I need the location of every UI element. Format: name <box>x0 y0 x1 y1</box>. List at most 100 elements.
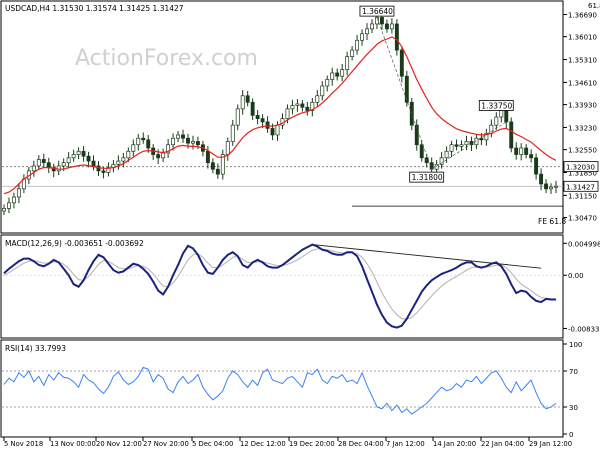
time-axis-tick-label: 13 Nov 00:00 <box>50 440 96 448</box>
price-y-tick-label: 1.33230 <box>568 124 597 132</box>
forex-chart: 1.36690 1.36010 1.35310 1.34610 1.33930 1.332… <box>0 0 600 450</box>
price-y-tick-label: 1.34610 <box>568 79 597 87</box>
candle-body <box>16 188 21 198</box>
candle-body <box>389 23 394 30</box>
candle-body <box>335 72 340 77</box>
candle-body <box>285 108 290 119</box>
candle-body <box>499 110 504 118</box>
time-axis-tick-label: 29 Jan 12:00 <box>529 440 572 448</box>
candle-body <box>61 162 66 167</box>
candle-body <box>360 33 365 41</box>
price-y-tick-label: 1.32550 <box>568 147 597 155</box>
macd-y-tick-label: 0.00 <box>568 272 584 280</box>
candle-body <box>529 154 534 159</box>
candle-body <box>46 162 51 168</box>
candle-body <box>136 137 141 146</box>
candle-body <box>195 141 200 146</box>
candle-body <box>399 49 404 77</box>
candle-body <box>31 165 36 172</box>
candle-body <box>240 95 245 110</box>
candle-body <box>554 185 558 188</box>
candle-body <box>315 95 320 103</box>
price-y-tick-label: 1.36010 <box>568 34 597 42</box>
candle-body <box>494 116 499 126</box>
candle-body <box>384 23 389 30</box>
candle-body <box>305 106 310 111</box>
rsi-y-tick-label: 70 <box>569 368 578 376</box>
time-axis-tick-label: 12 Dec 12:00 <box>240 440 286 448</box>
candle-body <box>295 103 300 106</box>
price-y-tick-label: 1.33930 <box>568 102 597 110</box>
candle-body <box>210 162 215 170</box>
candle-body <box>350 49 355 57</box>
time-axis-tick-label: 28 Dec 04:00 <box>338 440 384 448</box>
candle-body <box>330 72 335 80</box>
candle-body <box>255 115 260 119</box>
fe-label: FE 61.8 <box>538 217 566 226</box>
watermark: ActionForex.com <box>75 46 258 71</box>
candle-body <box>71 154 76 159</box>
candle-body <box>300 103 305 108</box>
candle-body <box>459 144 464 147</box>
candle-body <box>186 137 190 144</box>
candle-body <box>176 134 181 139</box>
candle-body <box>454 144 459 147</box>
candle-body <box>534 157 539 175</box>
price-y-tick-label: 1.30470 <box>568 215 597 223</box>
candle-body <box>205 150 210 164</box>
price-label: 1.31800 <box>412 173 443 182</box>
time-axis-tick-label: 14 Jan 20:00 <box>433 440 476 448</box>
time-axis-tick-label: 19 Dec 20:00 <box>289 440 335 448</box>
candle-body <box>320 85 325 97</box>
candle-body <box>340 69 345 77</box>
candle-body <box>444 150 449 159</box>
candle-body <box>394 23 399 51</box>
candle-body <box>290 105 295 110</box>
candle-body <box>91 160 96 167</box>
candle-body <box>156 154 161 159</box>
candle-body <box>449 144 454 152</box>
candle-body <box>235 108 240 126</box>
candle-body <box>504 110 509 123</box>
candle-body <box>36 159 41 167</box>
price-y-tick-label: 1.36690 <box>568 11 597 19</box>
macd-panel-title: MACD(12,26,9) -0.003651 -0.003692 <box>5 239 144 248</box>
candle-body <box>81 150 86 157</box>
candle-body <box>464 141 469 146</box>
time-axis-tick-label: 22 Jan 04:00 <box>481 440 524 448</box>
candle-body <box>116 160 121 165</box>
candle-body <box>265 121 270 129</box>
price-label: 1.33750 <box>481 101 512 110</box>
candle-body <box>275 124 280 136</box>
candle-body <box>41 159 46 164</box>
candle-body <box>7 202 11 209</box>
candle-body <box>76 150 81 155</box>
candle-body <box>260 118 265 123</box>
candle-body <box>524 147 529 155</box>
candle-body <box>171 137 176 146</box>
candle-body <box>215 168 220 175</box>
price-y-tick-label: 1.31150 <box>568 192 597 200</box>
candle-body <box>191 141 195 144</box>
time-axis-tick-label: 5 Dec 04:00 <box>192 440 233 448</box>
macd-y-tick-label: -0.00833 <box>568 325 599 333</box>
candle-body <box>539 173 544 185</box>
candle-body <box>419 144 424 159</box>
candle-body <box>270 128 275 136</box>
candle-body <box>161 152 166 159</box>
candle-body <box>131 144 136 152</box>
price-label: 1.36640 <box>362 7 393 16</box>
rsi-y-tick-label: 30 <box>569 404 578 412</box>
time-axis-tick-label: 20 Nov 12:00 <box>96 440 142 448</box>
right-price-tag: 1.32030 <box>566 164 595 172</box>
price-y-tick-label: 1.35310 <box>568 57 597 65</box>
candle-body <box>514 147 519 155</box>
candle-body <box>126 150 131 159</box>
macd-y-tick-label: 0.004998 <box>568 240 600 248</box>
rsi-y-tick-label: 0 <box>569 431 573 439</box>
candle-body <box>365 28 369 35</box>
time-axis-tick-label: 7 Jan 12:00 <box>386 440 425 448</box>
rsi-panel-title: RSI(14) 33.7993 <box>5 344 66 353</box>
candle-body <box>86 155 91 162</box>
chart-root: 1.36690 1.36010 1.35310 1.34610 1.33930 1.332… <box>0 0 600 450</box>
